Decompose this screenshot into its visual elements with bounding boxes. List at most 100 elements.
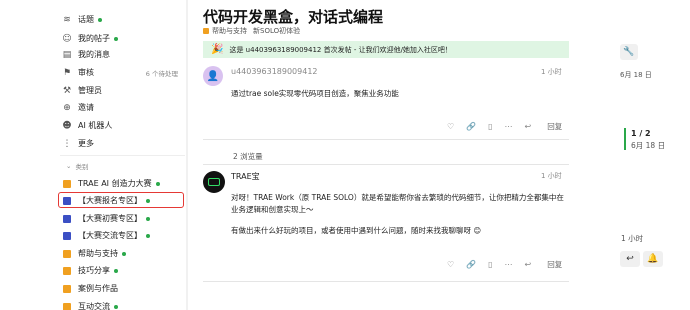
reply-icon: ↩ <box>524 122 532 131</box>
wrench-icon: 🔧 <box>623 47 635 57</box>
sidebar-item[interactable]: ⚑ 审核 6 个待处理 <box>62 65 182 80</box>
user-plus-icon: ⊕ <box>63 102 71 113</box>
sidebar-category-label: TRAE AI 创造力大赛 <box>78 179 152 188</box>
sidebar-item[interactable]: ⊕ 邀请 <box>62 100 182 115</box>
unread-dot <box>146 233 150 238</box>
link-icon[interactable]: 🔗 <box>466 122 476 131</box>
post-actions: ♡ 🔗 ▯ ⋯ ↩ 回复 <box>447 121 586 132</box>
reply-icon: ↩ <box>626 254 634 264</box>
sidebar-category[interactable]: 帮助与支持 <box>62 246 182 261</box>
heart-icon[interactable]: ♡ <box>447 260 454 269</box>
timeline-top-date[interactable]: 6月 18 日 <box>620 70 652 80</box>
unread-dot <box>146 216 150 221</box>
timeline-count: 1 / 2 <box>631 129 651 138</box>
post-time[interactable]: 1 小时 <box>541 171 562 181</box>
robot-icon <box>208 178 220 186</box>
reply-label: 回复 <box>547 260 563 269</box>
timeline-recent[interactable]: 1 小时 <box>621 233 643 244</box>
unread-dot <box>114 268 118 273</box>
sidebar-category-label: 【大赛交流专区】 <box>78 231 142 240</box>
sidebar-category[interactable]: 【大赛交流专区】 <box>62 228 182 243</box>
post-divider <box>203 281 569 282</box>
banner-text: 这是 u4403963189009412 首次发帖 - 让我们欢迎他/她加入社区… <box>229 45 452 54</box>
category-square-icon <box>203 28 209 34</box>
topic-category-label: 帮助与支持 <box>212 27 247 35</box>
topic-category-link[interactable]: 帮助与支持 <box>203 26 247 36</box>
more-icon: ⋮ <box>62 138 72 149</box>
sidebar-item-label: 管理员 <box>78 86 102 95</box>
unread-dot <box>114 304 118 309</box>
category-square-icon <box>62 302 72 310</box>
timeline-date: 6月 18 日 <box>631 141 666 150</box>
timeline-scroller-handle[interactable] <box>624 128 626 150</box>
category-square-icon <box>62 214 72 224</box>
sidebar-item[interactable]: ⚒ 管理员 <box>62 83 182 98</box>
sidebar-category[interactable]: TRAE AI 创造力大赛 <box>62 176 182 191</box>
category-square-icon <box>62 231 72 241</box>
sidebar-category[interactable]: 案例与作品 <box>62 281 182 296</box>
post-username[interactable]: u4403963189009412 <box>231 67 318 76</box>
sidebar-category[interactable]: 【大赛初赛专区】 <box>62 211 182 226</box>
sidebar-divider <box>60 155 185 156</box>
post-time[interactable]: 1 小时 <box>541 67 562 77</box>
unread-dot <box>98 17 102 22</box>
sidebar-item-label: 邀请 <box>78 103 94 112</box>
sidebar-badge: 6 个待处理 <box>145 69 178 78</box>
category-square-icon <box>62 179 72 189</box>
reply-button[interactable]: ↩ 回复 <box>525 259 575 270</box>
post-username[interactable]: TRAE宝 <box>231 171 260 182</box>
category-square-icon <box>62 284 72 294</box>
more-icon[interactable]: ⋯ <box>505 260 513 269</box>
post-body-2: 有做出来什么好玩的项目，或者使用中遇到什么问题，随时来找我聊聊呀 😊 <box>231 226 482 235</box>
reply-label: 回复 <box>547 122 563 131</box>
sidebar-section-categories[interactable]: ⌄ 类别 <box>66 161 88 171</box>
sidebar-item[interactable]: ☻ AI 机器人 <box>62 118 182 133</box>
unread-dot <box>155 181 160 186</box>
sidebar-category[interactable]: 互动交流 <box>62 299 182 310</box>
user-icon: ☺ <box>62 33 72 44</box>
sidebar-item[interactable]: ▤ 我的消息 <box>62 47 182 62</box>
post-body: 通过trae sole实现零代码项目创造，聚焦业务功能 <box>231 89 399 98</box>
bell-icon: 🔔 <box>647 254 659 264</box>
sidebar-item-label: 我的消息 <box>78 50 110 59</box>
heart-icon[interactable]: ♡ <box>447 122 454 131</box>
sidebar: ≋ 话题 ☺ 我的帖子 ▤ 我的消息 ⚑ 审核 6 个待处理 ⚒ 管理员 ⊕ 邀请 ☻ AI 机器人 ⋮ 更多 … <box>0 0 190 310</box>
bookmark-icon[interactable]: ▯ <box>488 122 492 131</box>
chevron-down-icon: ⌄ <box>66 162 72 170</box>
topic-tag[interactable]: 新SOLO初体验 <box>253 26 300 36</box>
sidebar-item-label: 话题 <box>78 15 94 24</box>
post-actions: ♡ 🔗 ▯ ⋯ ↩ 回复 <box>447 259 586 270</box>
sidebar-category-label: 技巧分享 <box>78 266 110 275</box>
sidebar-category-label: 案例与作品 <box>78 284 118 293</box>
first-post-banner: 🎉 这是 u4403963189009412 首次发帖 - 让我们欢迎他/她加入… <box>203 41 569 58</box>
post-divider <box>203 164 569 165</box>
sidebar-scrollbar[interactable] <box>186 0 188 310</box>
more-icon[interactable]: ⋯ <box>505 122 513 131</box>
views-count: 2 浏览量 <box>233 152 263 161</box>
reply-button[interactable]: ↩ 回复 <box>525 121 575 132</box>
sidebar-item-label: 我的帖子 <box>78 34 110 43</box>
sidebar-item[interactable]: ≋ 话题 <box>62 12 182 27</box>
user-icon: 👤 <box>206 70 220 82</box>
topic-categories: 帮助与支持 新SOLO初体验 <box>203 26 300 36</box>
admin-wrench-button[interactable]: 🔧 <box>620 44 638 60</box>
avatar[interactable] <box>203 171 225 193</box>
robot-icon: ☻ <box>62 120 72 131</box>
post-divider <box>203 139 569 140</box>
sidebar-item[interactable]: ⋮ 更多 <box>62 136 182 151</box>
sidebar-category[interactable]: 技巧分享 <box>62 263 182 278</box>
sidebar-item-label: 审核 <box>78 68 94 77</box>
reply-topic-button[interactable]: ↩ <box>620 251 640 267</box>
category-square-icon <box>62 249 72 259</box>
category-square-icon <box>62 266 72 276</box>
sidebar-item[interactable]: ☺ 我的帖子 <box>62 31 182 46</box>
notification-button[interactable]: 🔔 <box>643 251 663 267</box>
stack-icon: ≋ <box>63 14 71 25</box>
bookmark-icon[interactable]: ▯ <box>488 260 492 269</box>
reply-icon: ↩ <box>524 260 532 269</box>
unread-dot <box>114 36 118 41</box>
link-icon[interactable]: 🔗 <box>466 260 476 269</box>
avatar[interactable]: 👤 <box>203 66 223 86</box>
sidebar-item-label: AI 机器人 <box>78 121 113 130</box>
unread-dot <box>122 251 126 256</box>
